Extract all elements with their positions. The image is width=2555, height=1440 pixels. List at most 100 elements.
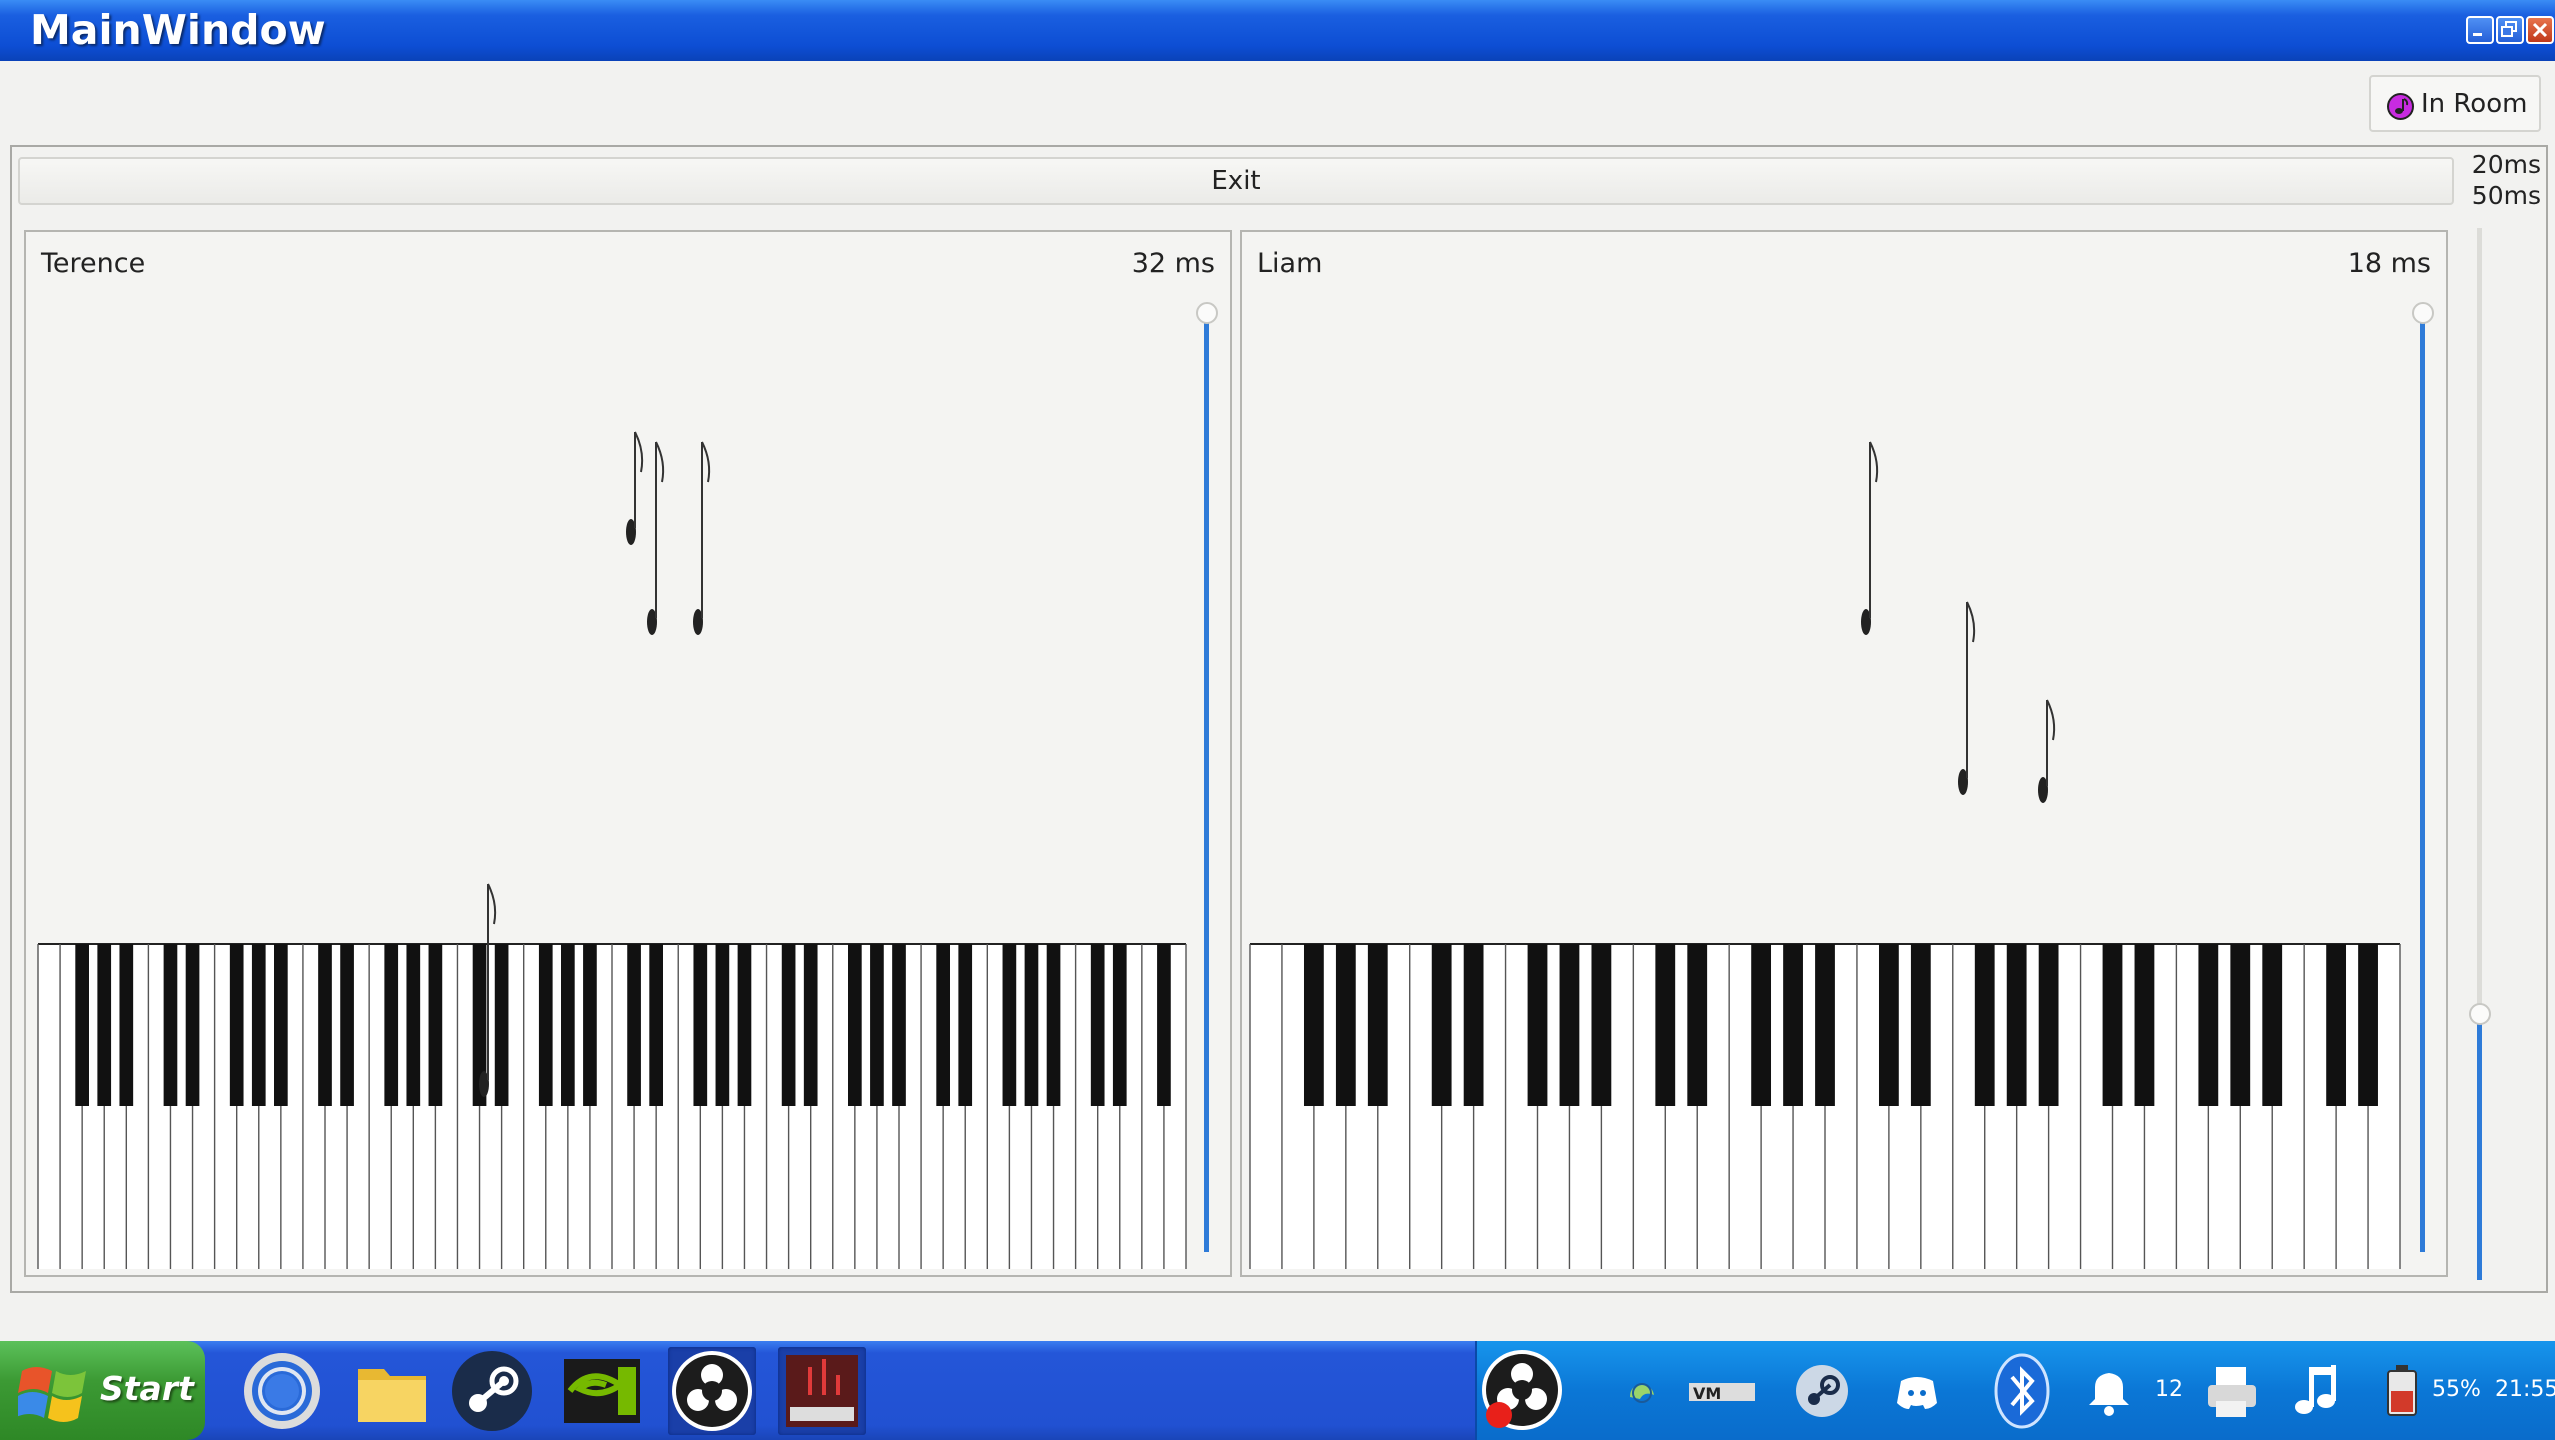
exit-button[interactable]: Exit <box>18 157 2454 205</box>
window-title: MainWindow <box>30 6 326 54</box>
obs-icon[interactable] <box>668 1347 756 1435</box>
black-key <box>2102 944 2123 1106</box>
falling-note <box>647 441 665 635</box>
steam-icon[interactable] <box>448 1347 536 1435</box>
obs-recording-icon[interactable] <box>1477 1345 1567 1435</box>
black-key <box>384 944 399 1106</box>
title-bar[interactable]: MainWindow <box>0 0 2555 61</box>
black-key <box>1090 944 1105 1106</box>
black-key <box>185 944 200 1106</box>
folder-icon[interactable] <box>348 1347 436 1435</box>
black-key <box>340 944 354 1106</box>
black-key <box>1463 944 1484 1106</box>
black-key <box>1367 944 1388 1106</box>
minimize-button[interactable] <box>2466 16 2494 44</box>
notification-count: 12 <box>2155 1377 2183 1402</box>
printer-icon[interactable] <box>2202 1361 2262 1421</box>
volume-slider-liam[interactable] <box>2412 302 2434 1257</box>
player-latency: 32 ms <box>1131 248 1215 279</box>
black-key <box>2134 944 2155 1106</box>
falling-note <box>626 431 644 545</box>
black-key <box>1303 944 1324 1106</box>
black-key <box>1559 944 1580 1106</box>
black-key <box>715 944 730 1106</box>
start-label: Start <box>100 1369 194 1408</box>
black-key <box>97 944 112 1106</box>
latency-min-label: 50ms <box>2471 181 2541 210</box>
piano-app-icon[interactable] <box>778 1347 866 1435</box>
slider-handle[interactable] <box>2412 302 2434 324</box>
black-key <box>274 944 288 1106</box>
music-icon[interactable] <box>2287 1361 2347 1421</box>
black-key <box>428 944 443 1106</box>
chrome-icon[interactable] <box>238 1347 326 1435</box>
black-key <box>2006 944 2027 1106</box>
black-key <box>75 944 89 1106</box>
player-name: Terence <box>41 248 146 279</box>
slider-handle[interactable] <box>1196 302 1218 324</box>
piano-view-liam <box>1249 441 2401 1269</box>
black-key <box>251 944 266 1106</box>
maximize-button[interactable] <box>2496 16 2524 44</box>
black-key <box>649 944 663 1106</box>
black-key <box>538 944 553 1106</box>
system-tray: VM 12 55% 21:55 <box>1475 1341 2555 1440</box>
black-key <box>1687 944 1708 1106</box>
latency-max-label: 20ms <box>2471 150 2541 179</box>
battery-icon[interactable] <box>2372 1361 2432 1421</box>
black-key <box>781 944 796 1106</box>
start-button[interactable]: Start <box>0 1341 205 1440</box>
black-key <box>1974 944 1995 1106</box>
black-key <box>1157 944 1171 1106</box>
black-key <box>1878 944 1899 1106</box>
black-key <box>119 944 134 1106</box>
global-latency-slider[interactable] <box>2469 228 2491 1280</box>
nvidia-icon[interactable] <box>558 1347 646 1435</box>
black-key <box>583 944 597 1106</box>
player-latency: 18 ms <box>2347 248 2431 279</box>
black-key <box>2326 944 2347 1106</box>
piano-keyboard <box>1249 943 2401 1269</box>
volume-slider-terence[interactable] <box>1196 302 1218 1257</box>
black-key <box>406 944 421 1106</box>
black-key <box>561 944 575 1106</box>
black-key <box>1783 944 1803 1106</box>
player-panel-terence: Terence 32 ms <box>24 230 1232 1277</box>
svg-text:VM: VM <box>1693 1384 1721 1403</box>
black-key <box>1910 944 1931 1106</box>
clock[interactable]: 21:55 <box>2495 1377 2555 1402</box>
black-key <box>2198 944 2219 1106</box>
falling-note <box>693 441 711 635</box>
close-button[interactable] <box>2526 16 2554 44</box>
black-key <box>494 944 509 1106</box>
vm-icon[interactable]: VM <box>1687 1361 1757 1421</box>
black-key <box>1046 944 1061 1106</box>
battery-percent: 55% <box>2432 1377 2481 1402</box>
player-name: Liam <box>1257 248 1323 279</box>
windows-logo-icon <box>18 1367 86 1422</box>
black-key <box>936 944 950 1106</box>
falling-note <box>1861 441 1879 635</box>
black-key <box>958 944 973 1106</box>
notification-bell-icon[interactable] <box>2077 1361 2137 1421</box>
piano-view-terence <box>37 431 1187 1269</box>
slider-handle[interactable] <box>2469 1003 2491 1025</box>
black-key <box>1591 944 1612 1106</box>
black-key <box>1335 944 1356 1106</box>
room-status-label: In Room <box>2421 89 2528 119</box>
black-key <box>892 944 906 1106</box>
room-status-button[interactable]: In Room <box>2369 75 2541 132</box>
black-key <box>870 944 884 1106</box>
cloud-sync-icon[interactable] <box>1612 1361 1672 1421</box>
black-key <box>627 944 641 1106</box>
steam-tray-icon[interactable] <box>1792 1361 1852 1421</box>
black-key <box>1112 944 1127 1106</box>
black-key <box>2262 944 2283 1106</box>
black-key <box>1751 944 1772 1106</box>
black-key <box>318 944 332 1106</box>
discord-icon[interactable] <box>1887 1361 1947 1421</box>
black-key <box>2230 944 2251 1106</box>
falling-note <box>1958 601 1976 795</box>
bluetooth-icon[interactable] <box>1992 1351 2052 1431</box>
music-note-icon <box>2387 93 2414 120</box>
